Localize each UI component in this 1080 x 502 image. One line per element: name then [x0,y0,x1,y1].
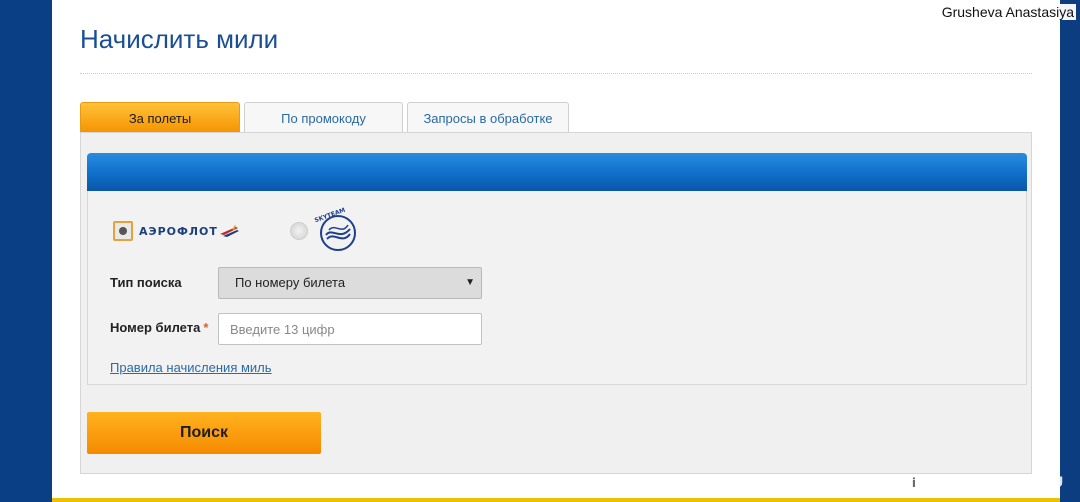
skyteam-radio[interactable] [289,222,308,240]
search-form: АЭРОФЛОТ SKYTEAM Тип поиска По номеру би… [87,191,1027,385]
title-divider [80,73,1032,74]
right-frame [1060,0,1080,502]
tab-bar: За полеты По промокоду Запросы в обработ… [80,102,573,133]
aeroflot-wings-icon [219,225,239,237]
tab-promo-code[interactable]: По промокоду [244,102,403,133]
search-type-select[interactable]: По номеру билета ▼ [218,267,482,299]
required-mark: * [203,320,209,335]
skyteam-logo: SKYTEAM [314,207,356,251]
search-button[interactable]: Поиск [87,412,321,454]
recommend-logo-icon: i [905,474,924,492]
aeroflot-logo-text: АЭРОФЛОТ [139,224,218,238]
accrual-panel: АЭРОФЛОТ SKYTEAM Тип поиска По номеру би… [80,132,1032,474]
search-type-label: Тип поиска [110,275,182,290]
bottom-strip [52,498,1060,502]
ticket-number-label-text: Номер билета [110,320,201,335]
radio-selected-dot [119,227,127,235]
watermark-text: RECOMMEND.RU [927,475,1064,491]
ticket-number-input[interactable] [218,313,482,345]
recommend-watermark: i RECOMMEND.RU [905,474,1064,492]
ticket-number-label: Номер билета * [110,320,208,335]
user-name[interactable]: Grusheva Anastasiya [939,4,1076,20]
airline-selector: АЭРОФЛОТ SKYTEAM [113,207,360,251]
search-type-value: По номеру билета [235,275,346,290]
panel-header-bar [87,153,1027,191]
dropdown-arrow-icon: ▼ [465,277,475,288]
page-title: Начислить мили [80,24,279,54]
tab-flights[interactable]: За полеты [80,102,240,133]
aeroflot-logo: АЭРОФЛОТ [139,224,240,238]
tab-pending-requests[interactable]: Запросы в обработке [407,102,569,133]
aeroflot-radio[interactable] [113,221,133,241]
accrual-rules-link[interactable]: Правила начисления миль [110,360,272,375]
